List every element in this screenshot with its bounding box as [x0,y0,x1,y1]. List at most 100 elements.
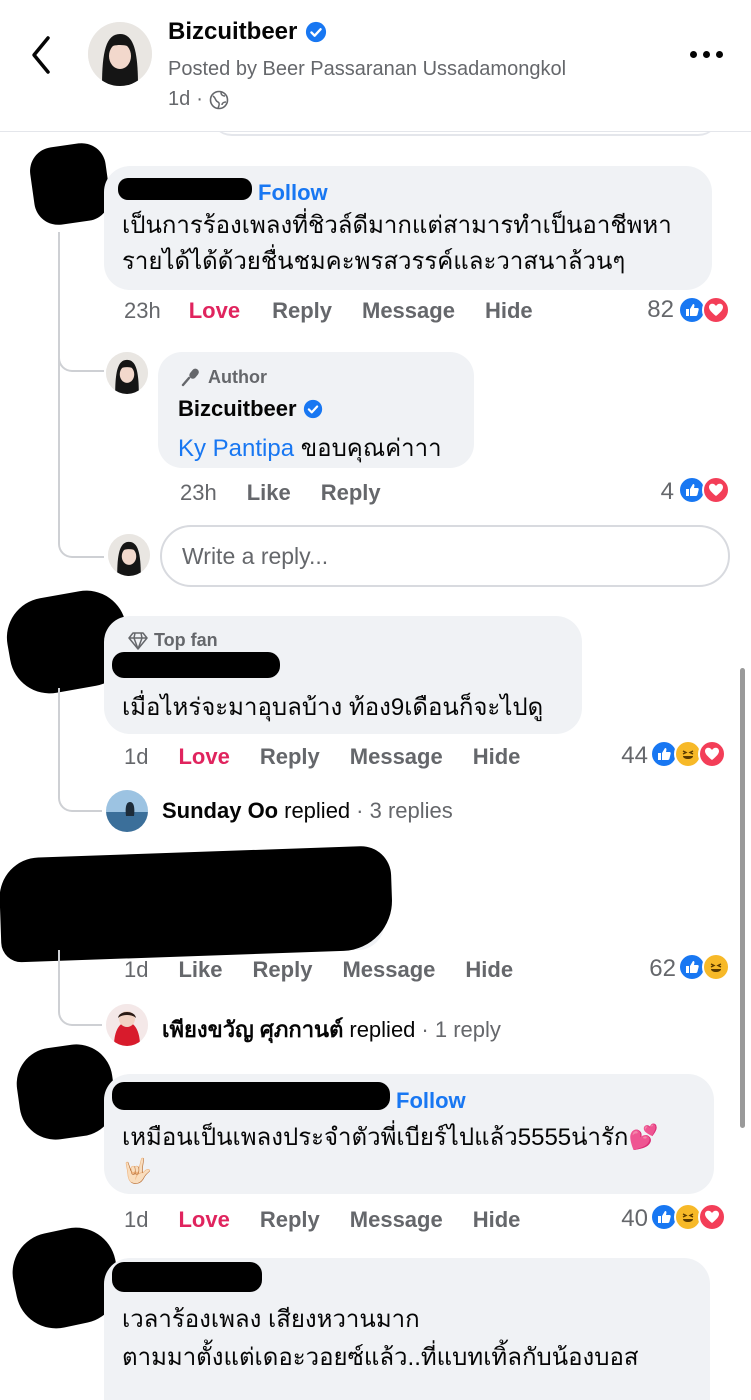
reaction-icons[interactable] [650,740,726,768]
reply-time: 23h [180,480,217,505]
reply-count[interactable]: · 3 replies [356,798,453,824]
reaction-icons[interactable] [678,476,730,504]
reaction-icons[interactable] [678,296,730,324]
follow-button[interactable]: Follow [396,1088,466,1114]
meta-separator: · [196,88,203,110]
author-badge-label: Author [208,366,267,387]
microphone-icon [181,368,199,387]
comment-text: เมื่อไหร่จะมาอุบลบ้าง ท้อง9เดือนก็จะไปดู [122,694,544,721]
dot [716,50,723,58]
love-reaction-icon [698,1203,726,1231]
author-reply-text: Ky Pantipa ขอบคุณค่าาา [178,428,442,467]
thread-line [58,688,102,812]
reaction-count[interactable]: 82 [638,296,674,324]
diamond-icon [128,631,148,650]
reaction-count[interactable]: 4 [638,478,674,506]
reaction-count[interactable]: 40 [608,1205,648,1233]
redacted-name [112,652,280,678]
love-button[interactable]: Love [178,744,229,770]
hide-button[interactable]: Hide [485,298,533,324]
redacted-name [112,1262,262,1292]
reaction-count[interactable]: 62 [636,955,676,983]
redacted-comment [0,845,394,963]
hide-button[interactable]: Hide [473,744,521,770]
author-avatar[interactable] [106,352,148,394]
scrollbar[interactable] [740,668,745,1128]
comment-text-line: ตามมาตั้งแต่เดอะวอยซ์แล้ว..ที่แบทเทิ้ลกั… [122,1344,639,1371]
follow-button[interactable]: Follow [258,180,328,206]
my-avatar [108,534,150,576]
reaction-count[interactable]: 44 [608,742,648,770]
reply-button[interactable]: Reply [253,957,313,983]
message-button[interactable]: Message [350,1207,443,1233]
replier-avatar[interactable] [106,1004,148,1046]
comment-actions: 1d Love Reply Message Hide [124,744,520,770]
thread-line [58,950,102,1026]
like-button[interactable]: Like [247,480,291,506]
replier-name[interactable]: Sunday Oo [162,798,278,824]
author-badge: Author [180,366,267,388]
message-button[interactable]: Message [350,744,443,770]
comment-time: 1d [124,1207,149,1232]
top-fan-label: Top fan [154,630,218,650]
haha-reaction-icon [702,953,730,981]
globe-icon [209,90,229,109]
love-reaction-icon [698,740,726,768]
comment-text-line: รายได้ได้ด้วยชื่นชมคะพรสวรรค์และวาสนาล้ว… [122,248,626,275]
like-button[interactable]: Like [178,957,222,983]
redacted-name [118,178,252,200]
redacted-name [112,1082,390,1110]
hide-button[interactable]: Hide [465,957,513,983]
comment-time: 23h [124,298,161,323]
page-name[interactable]: Bizcuitbeer [168,18,327,46]
verified-badge-icon [306,21,327,43]
dot [690,50,697,58]
write-reply-placeholder: Write a reply... [182,543,329,569]
avatar-image [106,790,148,832]
author-name-text[interactable]: Bizcuitbeer [178,396,297,422]
replied-verb: replied [349,1016,416,1042]
replier-avatar[interactable] [106,790,148,832]
avatar-image [106,352,148,394]
message-button[interactable]: Message [342,957,435,983]
reply-count[interactable]: · 1 reply [421,1017,500,1043]
page-avatar[interactable] [88,22,152,86]
comment-text-line: เป็นการร้องเพลงที่ชิวล์ดีมากแต่สามารทำเป… [122,212,672,239]
message-button[interactable]: Message [362,298,455,324]
comment-time: 1d [124,744,149,769]
back-arrow-icon[interactable] [26,32,56,78]
comment-actions: 1d Like Reply Message Hide [124,957,513,983]
reply-actions: 23h Like Reply [180,480,381,506]
view-replies-link[interactable]: Sunday Oo replied · 3 replies [162,798,453,824]
write-reply-input[interactable]: Write a reply... [160,525,730,587]
mention-link[interactable]: Ky Pantipa [178,435,294,462]
comment-text-line: เวลาร้องเพลง เสียงหวานมาก [122,1306,420,1333]
reaction-icons[interactable] [650,1203,726,1231]
more-options-button[interactable] [690,44,730,64]
love-button[interactable]: Love [178,1207,229,1233]
avatar-image [106,1004,148,1046]
view-replies-link[interactable]: เพียงขวัญ ศุภกานต์ replied · 1 reply [162,1012,501,1047]
love-reaction-icon [702,476,730,504]
posted-by-text: Posted by Beer Passaranan Ussadamongkol [168,58,567,80]
page-name-text[interactable]: Bizcuitbeer [168,18,297,46]
author-name[interactable]: Bizcuitbeer [178,396,323,422]
top-fan-badge: Top fan [128,630,218,651]
reaction-icons[interactable] [678,953,730,981]
post-time: 1d [168,88,191,110]
reply-button[interactable]: Reply [260,744,320,770]
love-reaction-icon [702,296,730,324]
reply-text: ขอบคุณค่าาา [300,435,442,462]
replier-name[interactable]: เพียงขวัญ ศุภกานต์ [162,1012,343,1047]
hide-button[interactable]: Hide [473,1207,521,1233]
reply-button[interactable]: Reply [260,1207,320,1233]
comment-actions: 23h Love Reply Message Hide [124,298,533,324]
replied-verb: replied [284,798,351,823]
comment-actions: 1d Love Reply Message Hide [124,1207,520,1233]
post-meta: 1d · [168,88,229,111]
reply-button[interactable]: Reply [272,298,332,324]
reply-button[interactable]: Reply [321,480,381,506]
love-button[interactable]: Love [189,298,240,324]
avatar-image [88,22,152,86]
dot [703,50,710,58]
